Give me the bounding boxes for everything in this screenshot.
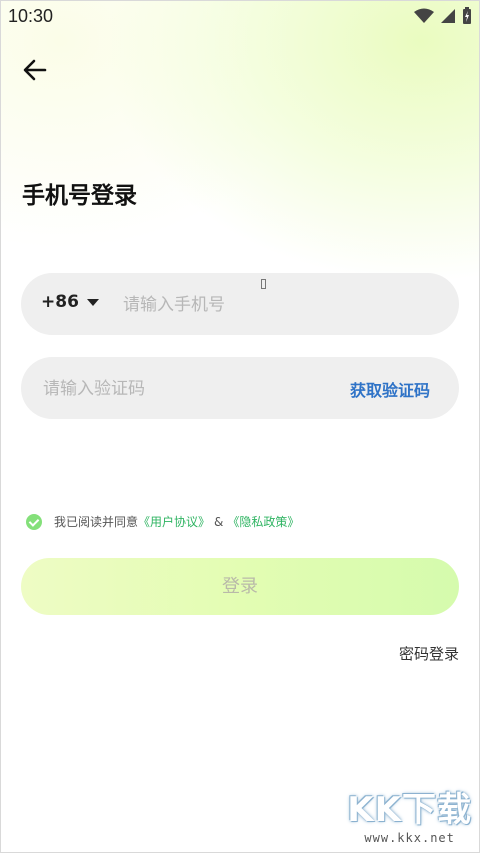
system-icons [414,7,472,25]
agreement-row: 我已阅读并同意 《用户协议》 & 《隐私政策》 [26,513,299,530]
phone-field: +86 [21,273,459,335]
page-title: 手机号登录 [22,183,137,209]
phone-input[interactable] [121,290,425,320]
text-cursor-marker [261,279,266,289]
login-button[interactable]: 登录 [21,558,459,615]
back-button[interactable] [20,55,50,85]
battery-icon [463,7,471,24]
watermark: KK下载 www.kkx.net [347,782,472,845]
password-login-link[interactable]: 密码登录 [399,643,459,664]
signal-icon [441,9,455,23]
watermark-url: www.kkx.net [364,831,455,845]
get-code-button[interactable]: 获取验证码 [350,377,430,401]
agreement-separator: & [214,514,224,529]
wifi-icon [414,8,434,23]
background [0,0,480,853]
status-bar: 10:30 [0,0,480,34]
verification-code-input[interactable] [41,374,325,404]
code-field: 获取验证码 [21,357,459,419]
country-code-selector[interactable]: +86 [41,292,99,312]
user-agreement-link[interactable]: 《用户协议》 [138,513,210,530]
caret-down-icon [86,298,99,306]
agreement-prefix: 我已阅读并同意 [54,515,139,529]
watermark-logo: KK下载 [347,790,472,830]
status-time: 10:30 [8,6,54,26]
country-code-label: +86 [41,292,79,312]
privacy-policy-link[interactable]: 《隐私政策》 [227,513,299,530]
arrow-left-icon [23,59,47,81]
agreement-checkbox[interactable] [26,513,42,530]
